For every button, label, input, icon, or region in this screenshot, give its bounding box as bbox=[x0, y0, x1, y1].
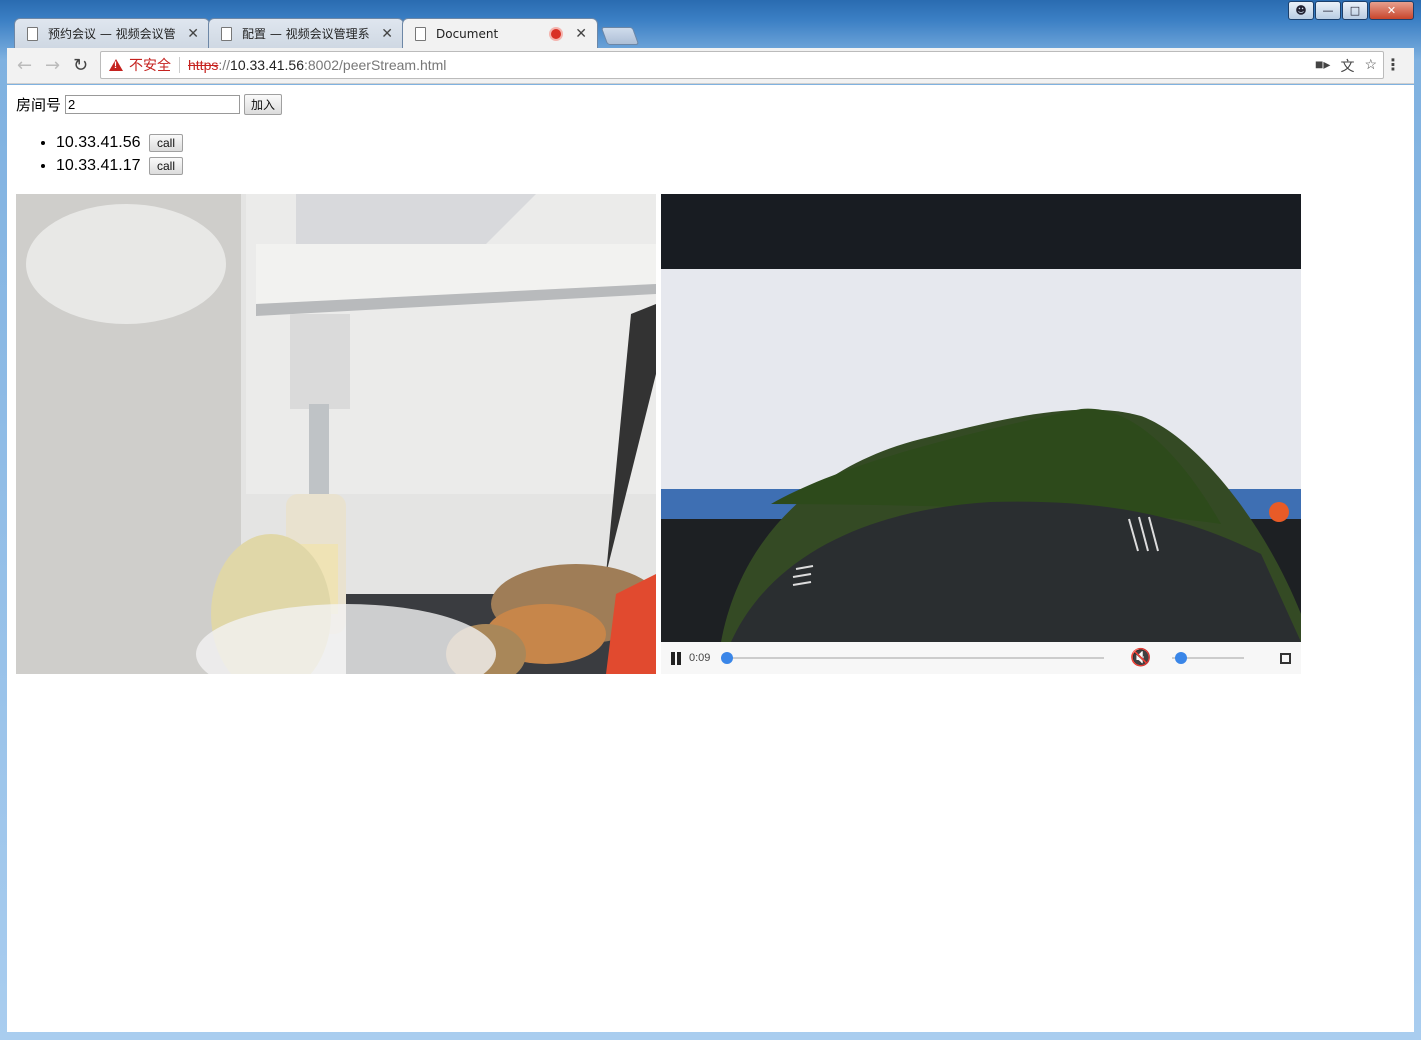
user-icon[interactable]: ☻ bbox=[1288, 1, 1314, 20]
close-tab-icon[interactable]: ✕ bbox=[575, 26, 587, 42]
call-button[interactable]: call bbox=[148, 133, 183, 152]
muted-icon[interactable]: 🔇 bbox=[1130, 648, 1151, 668]
url-path: :8002/peerStream.html bbox=[304, 57, 447, 73]
camera-icon[interactable]: ■▸ bbox=[1315, 56, 1330, 76]
remote-camera-frame bbox=[661, 194, 1301, 642]
close-tab-icon[interactable]: ✕ bbox=[187, 26, 199, 42]
omnibox-divider bbox=[179, 57, 180, 73]
menu-icon[interactable]: ⋮ bbox=[1385, 55, 1401, 74]
toolbar: ← → ↻ 不安全 https :// 10.33.41.56 :8002/pe… bbox=[7, 48, 1414, 84]
volume-slider[interactable] bbox=[1171, 652, 1244, 664]
url-protocol: https bbox=[188, 57, 219, 73]
video-controls: 0:09 🔇 bbox=[661, 642, 1301, 674]
volume-knob[interactable] bbox=[1175, 652, 1188, 664]
progress-knob[interactable] bbox=[721, 652, 734, 664]
minimize-button[interactable]: — bbox=[1315, 1, 1341, 20]
address-bar[interactable]: 不安全 https :// 10.33.41.56 :8002/peerStre… bbox=[100, 51, 1384, 79]
tab-config[interactable]: 配置 — 视频会议管理系 ✕ bbox=[208, 18, 404, 48]
url-host: 10.33.41.56 bbox=[230, 57, 304, 73]
omnibox-icons: ■▸ 文 ☆ bbox=[1315, 56, 1377, 76]
tab-reserve-meeting[interactable]: 预约会议 — 视频会议管 ✕ bbox=[14, 18, 210, 48]
document-icon bbox=[27, 26, 38, 41]
back-icon[interactable]: ← bbox=[17, 55, 32, 76]
local-video[interactable] bbox=[16, 194, 656, 674]
peer-item: 10.33.41.17 call bbox=[56, 154, 183, 177]
star-icon[interactable]: ☆ bbox=[1364, 56, 1377, 76]
room-input[interactable] bbox=[65, 95, 241, 114]
time-display: 0:09 bbox=[689, 652, 711, 664]
security-label[interactable]: 不安全 bbox=[129, 55, 171, 75]
pause-icon[interactable] bbox=[671, 651, 681, 665]
fullscreen-icon[interactable] bbox=[1280, 652, 1291, 664]
peer-ip: 10.33.41.17 bbox=[56, 157, 141, 174]
local-camera-frame bbox=[16, 194, 656, 674]
recording-icon bbox=[551, 28, 562, 39]
remote-video[interactable]: 0:09 🔇 bbox=[661, 194, 1301, 674]
window-caption-buttons: ☻ — □ ✕ bbox=[1288, 1, 1414, 20]
page-content: 房间号 加入 10.33.41.56 call 10.33.41.17 call bbox=[7, 85, 1414, 1032]
room-form: 房间号 加入 bbox=[16, 94, 283, 115]
peer-list: 10.33.41.56 call 10.33.41.17 call bbox=[16, 131, 183, 177]
maximize-button[interactable]: □ bbox=[1342, 1, 1368, 20]
close-window-button[interactable]: ✕ bbox=[1369, 1, 1414, 20]
close-tab-icon[interactable]: ✕ bbox=[381, 26, 393, 42]
reload-icon[interactable]: ↻ bbox=[73, 55, 88, 76]
room-label: 房间号 bbox=[16, 97, 62, 114]
forward-icon[interactable]: → bbox=[45, 55, 60, 76]
document-icon bbox=[221, 26, 232, 41]
document-icon bbox=[415, 26, 426, 41]
call-button[interactable]: call bbox=[148, 156, 183, 175]
translate-icon[interactable]: 文 bbox=[1340, 56, 1354, 76]
peer-ip: 10.33.41.56 bbox=[56, 134, 141, 151]
join-button[interactable]: 加入 bbox=[244, 94, 283, 115]
warning-icon bbox=[109, 59, 123, 71]
url-separator: :// bbox=[218, 57, 231, 73]
progress-slider[interactable] bbox=[721, 652, 1105, 664]
new-tab-button[interactable] bbox=[600, 27, 640, 45]
peer-item: 10.33.41.56 call bbox=[56, 131, 183, 154]
browser-window: ☻ — □ ✕ 预约会议 — 视频会议管 ✕ 配置 — 视频会议管理系 ✕ Do… bbox=[0, 0, 1421, 1040]
tab-document[interactable]: Document ✕ bbox=[402, 18, 598, 48]
